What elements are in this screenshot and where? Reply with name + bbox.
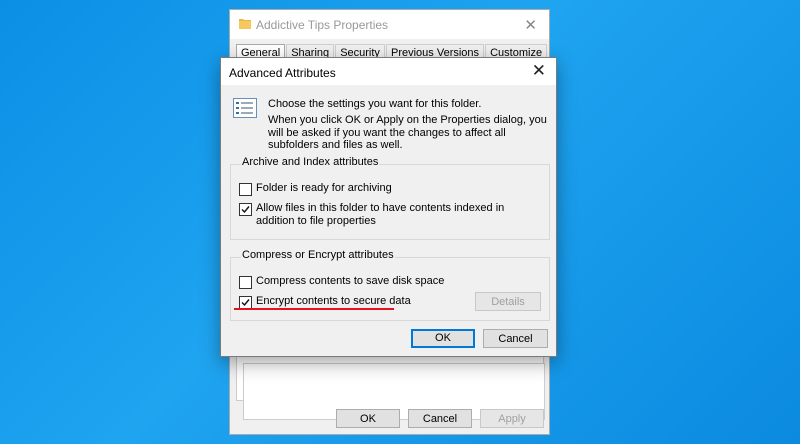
advanced-ok-button[interactable]: OK bbox=[411, 329, 475, 348]
details-button[interactable]: Details bbox=[475, 292, 541, 311]
properties-apply-button[interactable]: Apply bbox=[480, 409, 544, 428]
compress-checkbox-row[interactable]: Compress contents to save disk space bbox=[239, 275, 444, 289]
intro-description: When you click OK or Apply on the Proper… bbox=[268, 114, 547, 151]
compress-label: Compress contents to save disk space bbox=[256, 275, 445, 287]
advanced-title: Advanced Attributes bbox=[229, 66, 336, 80]
compress-encrypt-legend: Compress or Encrypt attributes bbox=[241, 249, 395, 261]
encrypt-highlight-underline bbox=[234, 308, 394, 310]
properties-cancel-button[interactable]: Cancel bbox=[408, 409, 472, 428]
encrypt-checkbox-row[interactable]: Encrypt contents to secure data bbox=[239, 295, 411, 309]
compress-encrypt-group: Compress or Encrypt attributes Compress … bbox=[230, 249, 550, 321]
advanced-attributes-dialog: Advanced Attributes ✕ Choose the setting… bbox=[220, 57, 557, 357]
folder-icon bbox=[239, 19, 251, 29]
archiving-label: Folder is ready for archiving bbox=[256, 182, 392, 194]
archiving-checkbox[interactable] bbox=[239, 183, 252, 196]
checkmark-icon bbox=[241, 299, 250, 307]
archive-index-legend: Archive and Index attributes bbox=[241, 156, 380, 168]
archiving-checkbox-row[interactable]: Folder is ready for archiving bbox=[239, 182, 392, 196]
indexing-checkbox[interactable] bbox=[239, 203, 252, 216]
close-icon[interactable]: ✕ bbox=[532, 61, 546, 81]
intro-heading: Choose the settings you want for this fo… bbox=[268, 98, 482, 110]
properties-ok-button[interactable]: OK bbox=[336, 409, 400, 428]
compress-checkbox[interactable] bbox=[239, 276, 252, 289]
close-icon[interactable]: ✕ bbox=[524, 16, 537, 34]
properties-titlebar: Addictive Tips Properties ✕ bbox=[230, 10, 549, 39]
encrypt-label: Encrypt contents to secure data bbox=[256, 295, 411, 307]
properties-title: Addictive Tips Properties bbox=[256, 18, 389, 32]
indexing-label: Allow files in this folder to have conte… bbox=[256, 202, 505, 227]
settings-list-icon bbox=[233, 98, 257, 118]
indexing-checkbox-row[interactable]: Allow files in this folder to have conte… bbox=[239, 202, 539, 227]
advanced-cancel-button[interactable]: Cancel bbox=[483, 329, 548, 348]
checkmark-icon bbox=[241, 206, 250, 214]
archive-index-group: Archive and Index attributes Folder is r… bbox=[230, 156, 550, 240]
advanced-titlebar: Advanced Attributes ✕ bbox=[221, 58, 556, 85]
